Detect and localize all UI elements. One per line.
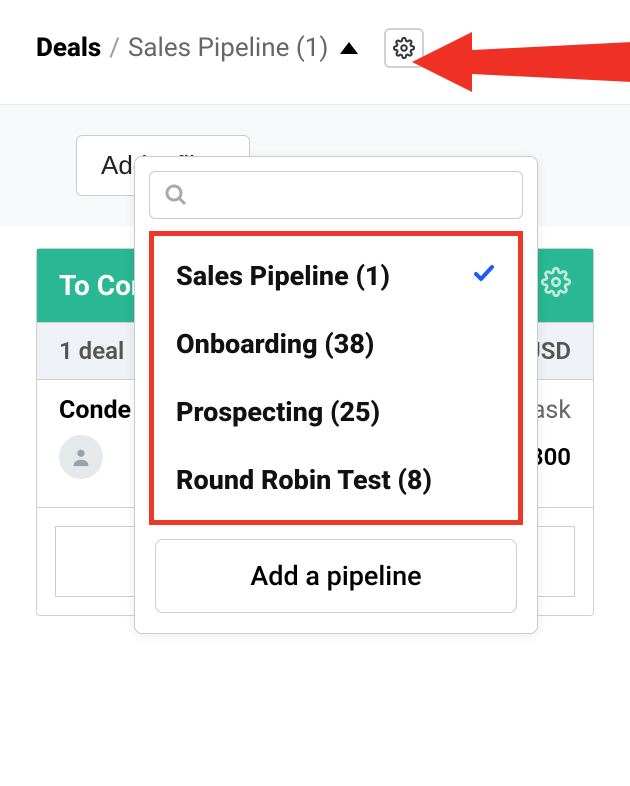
pipeline-dropdown: Sales Pipeline (1) Onboarding (38) Prospec… [134,156,538,634]
breadcrumb-current[interactable]: Sales Pipeline (1) [128,33,328,63]
search-input[interactable] [196,182,508,208]
search-icon [164,183,188,207]
pipeline-item-label: Round Robin Test (8) [176,464,432,496]
pipeline-item[interactable]: Sales Pipeline (1) [154,242,518,310]
pipeline-item[interactable]: Round Robin Test (8) [154,446,518,514]
pipeline-item-label: Onboarding (38) [176,328,374,360]
avatar [59,435,103,479]
search-input-wrapper[interactable] [149,171,523,219]
pipeline-item-label: Sales Pipeline (1) [176,260,390,292]
deal-count: 1 deal [59,337,124,365]
caret-up-icon[interactable] [340,42,358,54]
breadcrumb-root[interactable]: Deals [36,33,101,63]
column-settings-icon[interactable] [541,267,571,304]
pipeline-item-label: Prospecting (25) [176,396,380,428]
pipeline-list: Sales Pipeline (1) Onboarding (38) Prospec… [149,231,523,525]
pipeline-item[interactable]: Onboarding (38) [154,310,518,378]
add-pipeline-button[interactable]: Add a pipeline [155,539,517,613]
person-icon [70,446,92,468]
breadcrumb-separator: / [109,33,120,63]
pipeline-item[interactable]: Prospecting (25) [154,378,518,446]
check-icon [472,260,496,292]
pointer-arrow [412,24,630,104]
